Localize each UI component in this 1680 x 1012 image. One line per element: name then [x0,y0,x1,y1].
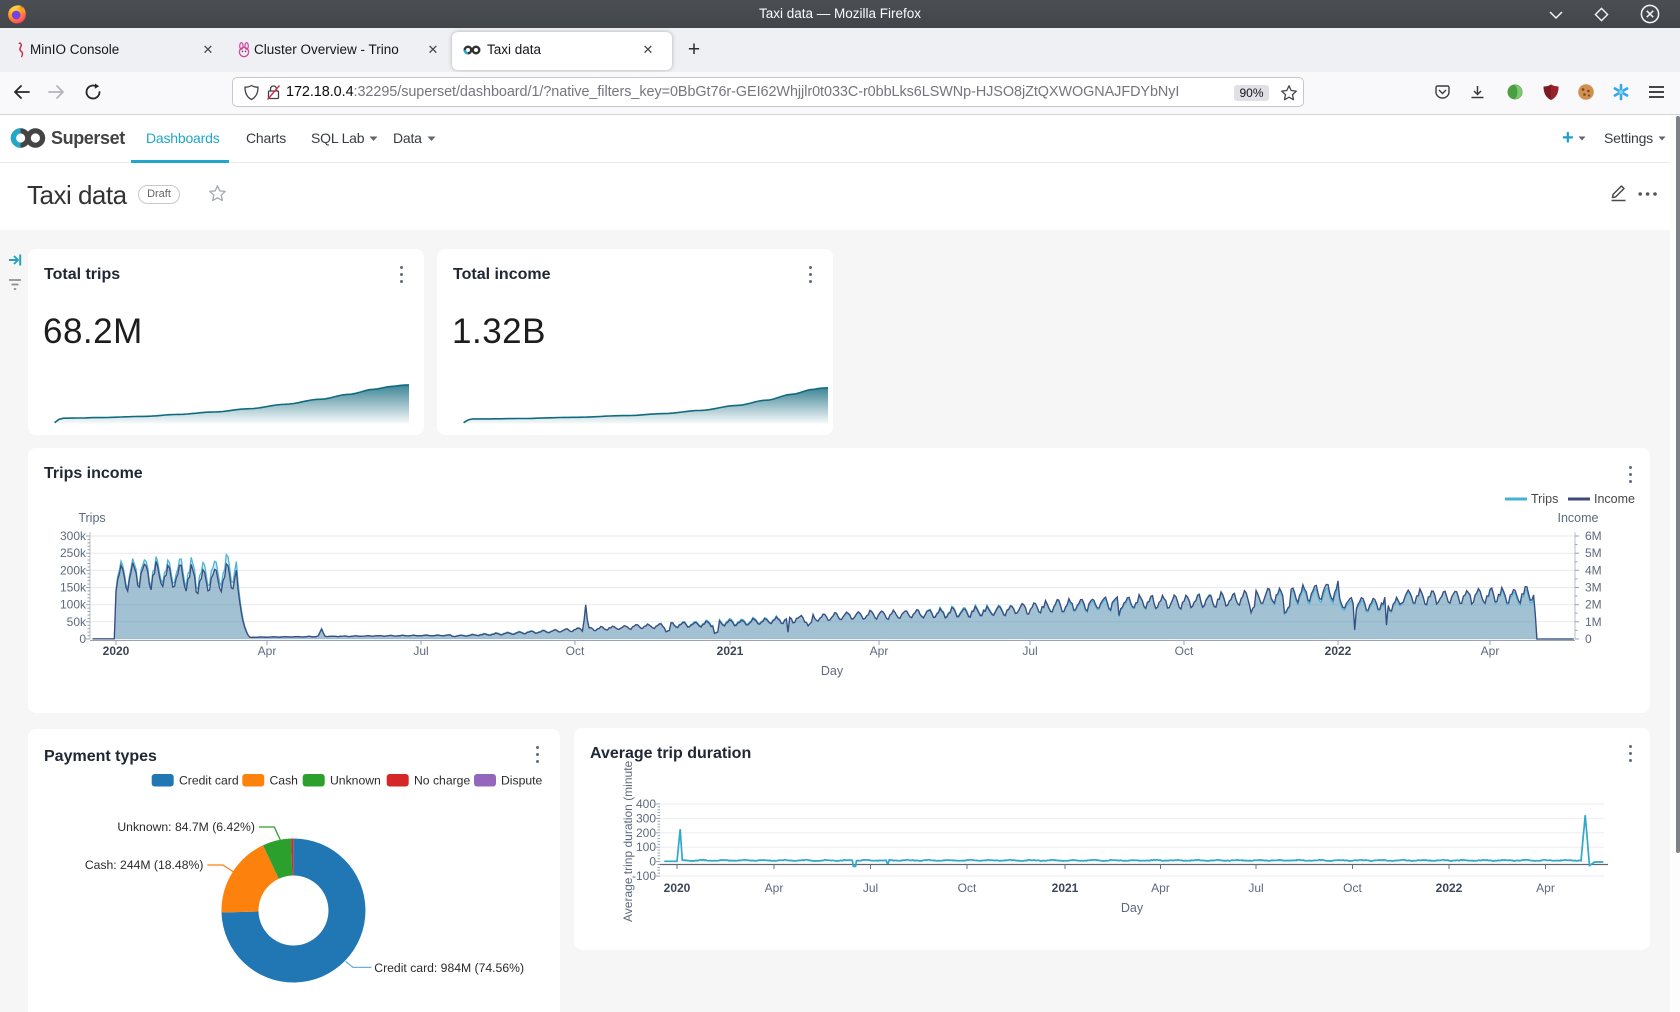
svg-text:0: 0 [79,632,86,646]
svg-text:Income: Income [1594,492,1635,506]
svg-text:2021: 2021 [717,644,744,658]
svg-text:Apr: Apr [258,644,277,658]
svg-text:100k: 100k [60,598,87,612]
svg-text:Oct: Oct [1175,644,1194,658]
svg-text:Apr: Apr [870,644,889,658]
svg-text:200: 200 [636,826,656,840]
svg-text:250k: 250k [60,546,87,560]
svg-text:300k: 300k [60,529,87,543]
svg-text:4M: 4M [1585,563,1602,577]
svg-text:Day: Day [1121,901,1144,915]
svg-text:-100: -100 [632,869,656,883]
svg-text:Unknown: Unknown [330,774,381,788]
svg-text:Oct: Oct [566,644,585,658]
svg-text:Trips: Trips [1531,492,1558,506]
svg-text:Cash: 244M (18.48%): Cash: 244M (18.48%) [85,858,204,872]
svg-text:Oct: Oct [958,881,977,895]
svg-text:6M: 6M [1585,529,1602,543]
svg-text:Apr: Apr [765,881,784,895]
svg-text:5M: 5M [1585,546,1602,560]
svg-text:Jul: Jul [413,644,428,658]
svg-text:3M: 3M [1585,581,1602,595]
svg-text:0: 0 [649,855,656,869]
svg-text:No charge: No charge [414,774,470,788]
svg-text:Average trinp duration (minute: Average trinp duration (minute [621,760,635,922]
svg-text:150k: 150k [60,581,87,595]
svg-text:0: 0 [1585,632,1592,646]
svg-text:100: 100 [636,840,656,854]
svg-text:Apr: Apr [1481,644,1500,658]
svg-text:Income: Income [1558,511,1599,525]
svg-text:2020: 2020 [103,644,130,658]
svg-text:Apr: Apr [1151,881,1170,895]
svg-text:Jul: Jul [1248,881,1263,895]
svg-text:2022: 2022 [1325,644,1352,658]
svg-text:Credit card: Credit card [179,774,239,788]
svg-text:Trips: Trips [78,511,105,525]
svg-text:2M: 2M [1585,598,1602,612]
svg-text:Day: Day [821,664,844,678]
svg-text:Cash: Cash [270,774,298,788]
svg-text:50k: 50k [67,615,87,629]
svg-text:200k: 200k [60,563,87,577]
svg-text:300: 300 [636,811,656,825]
svg-text:Unknown: 84.7M (6.42%): Unknown: 84.7M (6.42%) [117,820,255,834]
svg-text:2022: 2022 [1436,881,1463,895]
svg-text:Jul: Jul [863,881,878,895]
svg-text:Credit card: 984M (74.56%): Credit card: 984M (74.56%) [374,961,524,975]
svg-text:Jul: Jul [1022,644,1037,658]
svg-text:Apr: Apr [1536,881,1555,895]
svg-text:1M: 1M [1585,615,1602,629]
svg-text:2021: 2021 [1052,881,1079,895]
svg-text:2020: 2020 [664,881,691,895]
svg-text:400: 400 [636,797,656,811]
svg-text:Dispute: Dispute [501,774,543,788]
svg-text:Oct: Oct [1343,881,1362,895]
